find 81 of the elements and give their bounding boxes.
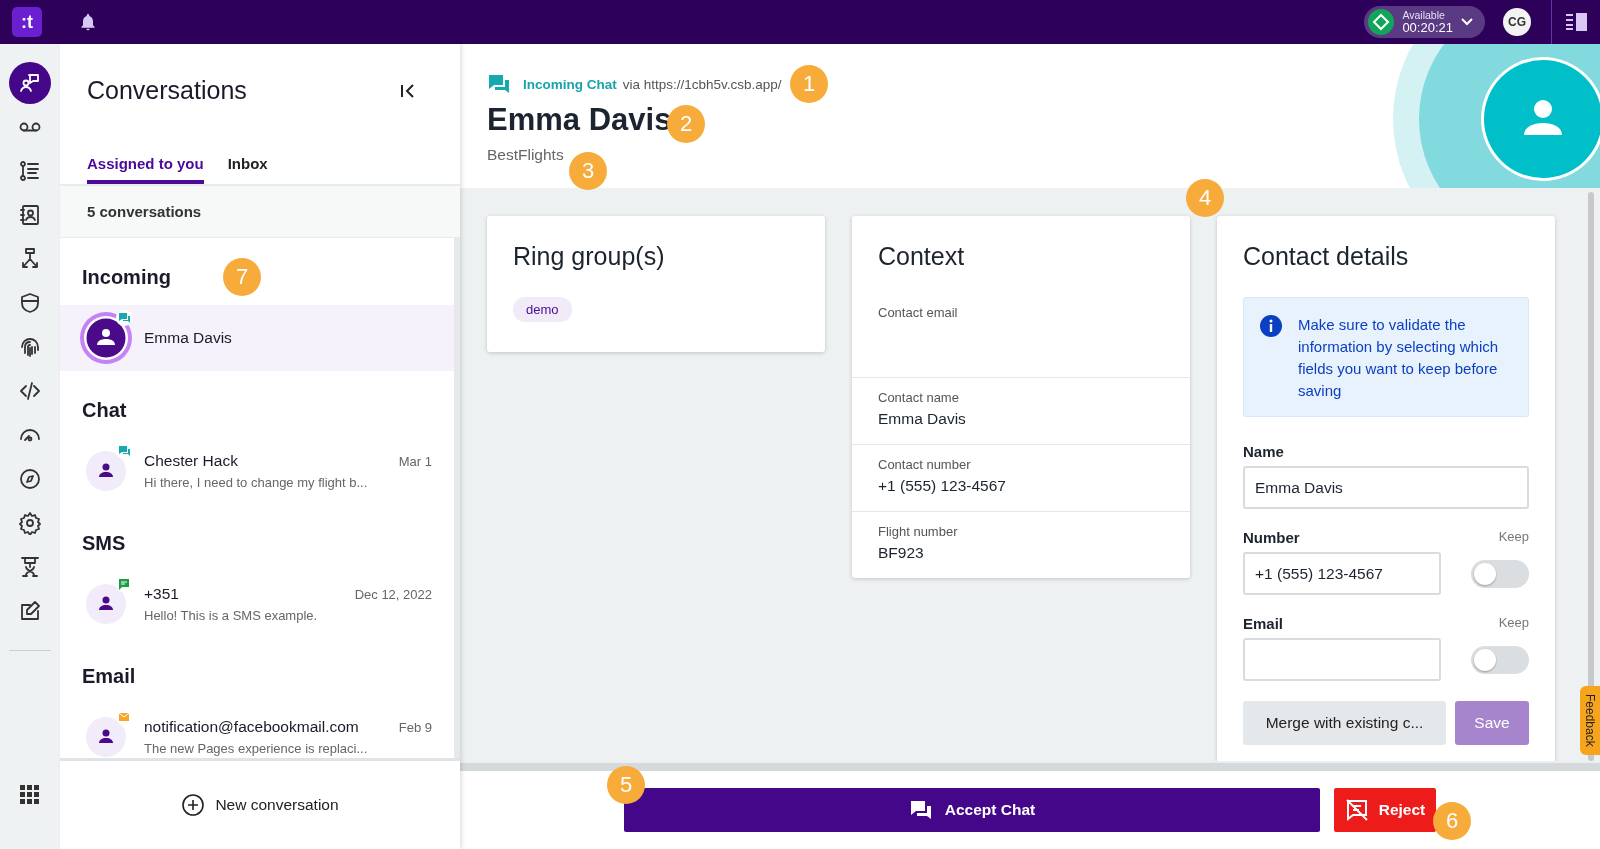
reject-button[interactable]: Reject — [1334, 788, 1436, 832]
section-heading: SMS — [82, 532, 126, 555]
chat-off-icon — [1344, 798, 1369, 822]
section-heading: Incoming — [82, 266, 171, 289]
collapse-icon[interactable] — [400, 82, 416, 99]
field-value: Emma Davis — [878, 410, 967, 428]
panel-toggle-icon[interactable] — [1566, 13, 1588, 31]
section-heading: Chat — [82, 399, 127, 422]
chat-bubbles-icon — [487, 72, 511, 96]
info-message: Make sure to validate the information by selecting which fields you want to keep before saving — [1298, 315, 1500, 401]
field-label: Email — [1243, 615, 1284, 632]
source-url: via https://1cbh5v.csb.app/ — [622, 76, 782, 92]
conversation-item[interactable]: +351 Dec 12, 2022 Hello! This is a SMS example. — [60, 571, 454, 637]
message-icon — [116, 443, 132, 459]
scrollbar[interactable] — [1588, 192, 1594, 761]
panel-title: Conversations — [87, 76, 247, 105]
company-label: BestFlights — [487, 146, 565, 164]
field-label: Flight number — [878, 524, 959, 539]
agent-icon — [18, 555, 42, 579]
chat-person-icon — [18, 71, 42, 95]
new-conversation-button[interactable]: New conversation — [177, 789, 343, 821]
info-icon — [1260, 315, 1282, 337]
scrollbar[interactable] — [460, 761, 1600, 771]
conversation-count: 5 conversations — [60, 186, 460, 238]
tab[interactable]: Inbox — [227, 147, 268, 184]
field-label: Contact number — [878, 457, 972, 472]
message-icon — [116, 576, 132, 592]
list-icon — [18, 159, 42, 183]
field-label: Contact email — [878, 305, 959, 320]
section-heading: Email — [82, 665, 136, 688]
settings-icon — [18, 511, 42, 535]
field-label: Name — [1243, 443, 1285, 460]
contact-name: Emma Davis — [144, 329, 232, 347]
message-preview: Hi there, I need to change my flight b... — [144, 475, 369, 490]
chevron-down-icon — [1461, 18, 1473, 26]
conversation-item[interactable]: Chester Hack Mar 1 Hi there, I need to change my flight b... — [60, 438, 454, 504]
contact-name: +351 — [144, 585, 179, 603]
keep-label: Keep — [1498, 615, 1529, 632]
message-preview: Hello! This is a SMS example. — [144, 608, 319, 623]
status-label: Available — [1402, 10, 1446, 21]
app-logo[interactable]: :t — [12, 7, 42, 37]
status-selector[interactable]: Available 00:20:21 — [1364, 6, 1485, 38]
bell-icon[interactable] — [78, 12, 98, 32]
contact-name: Chester Hack — [144, 452, 238, 470]
field-label: Number — [1243, 529, 1300, 546]
channel-label: Incoming Chat — [523, 76, 617, 92]
card-title: Ring group(s) — [513, 242, 666, 271]
user-avatar[interactable]: CG — [1503, 8, 1531, 36]
code-icon — [18, 379, 42, 403]
compass-icon — [18, 467, 42, 491]
message-preview: The new Pages experience is replaci... — [144, 741, 369, 756]
input-field[interactable] — [1243, 638, 1441, 681]
field-label: Contact name — [878, 390, 960, 405]
status-timer: 00:20:21 — [1402, 20, 1453, 34]
nav-item[interactable] — [9, 62, 51, 104]
conversation-item[interactable]: notification@facebookmail.com Feb 9 The new Pages experience is replaci... — [60, 704, 454, 758]
date-label: Feb 9 — [398, 720, 432, 735]
plus-circle-icon — [181, 793, 206, 817]
keep-toggle[interactable] — [1471, 645, 1529, 674]
card-title: Context — [877, 242, 966, 272]
edit-icon — [18, 599, 42, 623]
conversation-item[interactable]: Emma Davis — [60, 305, 454, 371]
contact-book-icon — [18, 203, 42, 227]
fingerprint-icon — [18, 335, 42, 359]
merge-button[interactable]: Merge with existing c... — [1243, 701, 1446, 745]
contact-name: notification@facebookmail.com — [144, 718, 359, 736]
input-field[interactable]: +1 (555) 123-4567 — [1243, 552, 1441, 595]
apps-grid-icon[interactable] — [20, 785, 40, 805]
input-field[interactable]: Emma Davis — [1243, 466, 1529, 509]
shield-icon — [18, 291, 42, 315]
message-icon — [116, 310, 132, 326]
ring-group-tag: demo — [513, 297, 572, 322]
keep-label: Keep — [1498, 529, 1529, 546]
field-value: +1 (555) 123-4567 — [878, 477, 1007, 495]
chat-bubbles-icon — [908, 798, 933, 822]
keep-toggle[interactable] — [1471, 559, 1529, 588]
field-value: BF923 — [878, 544, 925, 562]
feedback-tab[interactable]: Feedback — [1580, 686, 1600, 755]
card-title: Contact details — [1243, 242, 1410, 271]
date-label: Mar 1 — [398, 454, 432, 469]
date-label: Dec 12, 2022 — [354, 587, 432, 602]
